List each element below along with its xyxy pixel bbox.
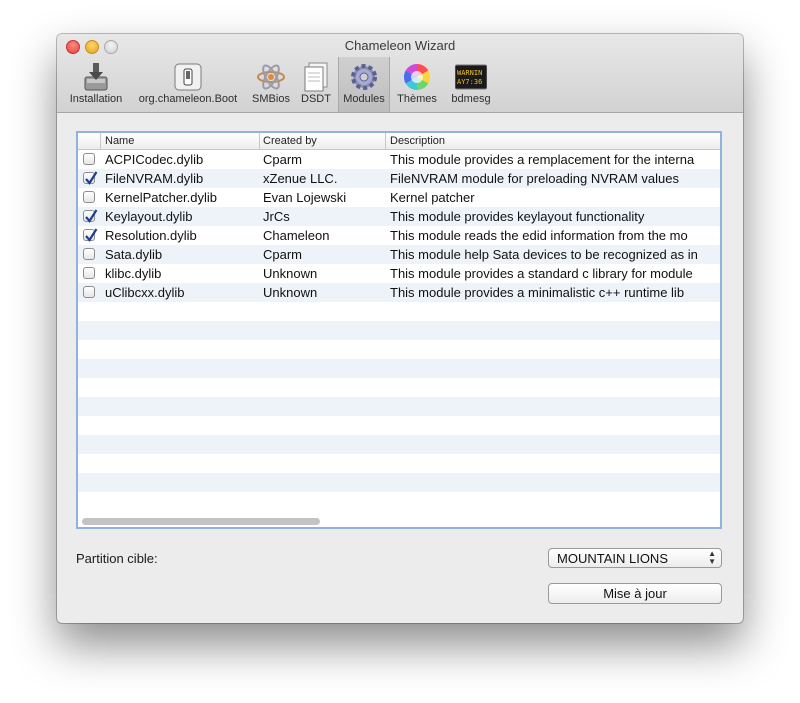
toolbar-item-org-chameleon-boot[interactable]: org.chameleon.Boot [132,61,244,109]
table-row[interactable]: Keylayout.dylib JrCs This module provides … [78,207,720,226]
module-enable-checkbox[interactable] [83,228,98,242]
console-icon: WARNIN AY7:36 [455,64,487,90]
module-enable-checkbox[interactable] [83,171,98,185]
empty-row-stripe [78,397,720,416]
module-name-cell: Sata.dylib [105,247,163,262]
empty-row-stripe [78,321,720,340]
module-author-cell: Unknown [263,285,318,300]
toolbar-item-installation[interactable]: Installation [65,61,127,109]
module-name-cell: ACPICodec.dylib [105,152,204,167]
module-name-cell: FileNVRAM.dylib [105,171,204,186]
console-line-2: AY7:36 [457,78,482,86]
table-row[interactable]: FileNVRAM.dylib xZenue LLC. FileNVRAM modu… [78,169,720,188]
module-name-cell: Resolution.dylib [105,228,197,243]
module-enable-checkbox[interactable] [83,248,95,260]
switch-icon [174,63,202,91]
module-author-cell: Unknown [263,266,318,281]
window-title: Chameleon Wizard [344,38,456,53]
module-name-cell: klibc.dylib [105,266,162,281]
table-row[interactable]: Sata.dylib Cparm This module help Sata dev… [78,245,720,264]
checkmark-icon [85,171,98,185]
table-row[interactable]: klibc.dylib Unknown This module provides a… [78,264,720,283]
partition-select[interactable]: MOUNTAIN LIONS ▲ ▼ [548,548,722,568]
module-description-cell: This module provides a standard c librar… [390,266,693,281]
module-description-cell: This module reads the edid information f… [390,228,688,243]
module-description-cell: Kernel patcher [390,190,475,205]
module-author-cell: Cparm [263,247,303,262]
partition-select-value: MOUNTAIN LIONS [557,551,668,566]
module-author-cell: xZenue LLC. [263,171,338,186]
horizontal-scrollbar[interactable] [82,518,320,525]
column-header-created-by[interactable]: Created by [263,135,317,147]
module-description-cell: This module provides a minimalistic c++ … [390,285,685,300]
module-enable-checkbox[interactable] [83,153,95,165]
module-name-cell: Keylayout.dylib [105,209,193,224]
table-row[interactable]: ACPICodec.dylib Cparm This module provides… [78,150,720,169]
module-enable-checkbox[interactable] [83,191,95,203]
module-enable-checkbox[interactable] [83,267,95,279]
gear-icon [351,64,377,90]
toolbar-item-dsdt[interactable]: DSDT [297,61,335,109]
color-wheel-icon [403,63,431,91]
toolbar: Chameleon Wizard Installation org.chamel… [57,34,743,113]
column-header-name[interactable]: Name [105,135,134,147]
module-enable-checkbox[interactable] [83,209,98,223]
module-author-cell: Evan Lojewski [263,190,347,205]
documents-icon [304,62,328,92]
checkmark-icon [85,228,98,242]
app-window: Chameleon Wizard Installation org.chamel… [57,34,743,623]
module-name-cell: uClibcxx.dylib [105,285,185,300]
table-row[interactable]: Resolution.dylib Chameleon This module rea… [78,226,720,245]
modules-table[interactable]: Name Created by Description ACPICodec.dy… [76,131,722,529]
toolbar-item-modules[interactable]: Modules [338,57,390,112]
select-arrows-icon: ▲ ▼ [708,549,716,566]
console-line-1: WARNIN [457,69,482,77]
checkmark-icon [85,209,98,223]
empty-row-stripe [78,359,720,378]
atom-icon [257,64,285,90]
update-button[interactable]: Mise à jour [548,583,722,604]
module-description-cell: This module provides a remplacement for … [390,152,695,167]
toolbar-item-themes[interactable]: Thèmes [393,61,441,109]
module-description-cell: FileNVRAM module for preloading NVRAM va… [390,171,680,186]
table-row[interactable]: KernelPatcher.dylib Evan Lojewski Kernel p… [78,188,720,207]
toolbar-item-smbios[interactable]: SMBios [249,61,293,109]
module-enable-checkbox[interactable] [83,286,95,298]
module-name-cell: KernelPatcher.dylib [105,190,218,205]
module-author-cell: Cparm [263,152,303,167]
module-author-cell: JrCs [263,209,290,224]
empty-row-stripe [78,473,720,492]
table-row[interactable]: uClibcxx.dylib Unknown This module provide… [78,283,720,302]
partition-label: Partition cible: [76,551,158,566]
module-description-cell: This module provides keylayout functiona… [390,209,645,224]
module-description-cell: This module help Sata devices to be reco… [390,247,698,262]
table-header: Name Created by Description [78,133,720,150]
toolbar-item-bdmesg[interactable]: WARNIN AY7:36 bdmesg [446,61,496,109]
column-header-description[interactable]: Description [390,135,445,147]
installer-icon [84,63,108,91]
empty-row-stripe [78,435,720,454]
module-author-cell: Chameleon [263,228,330,243]
